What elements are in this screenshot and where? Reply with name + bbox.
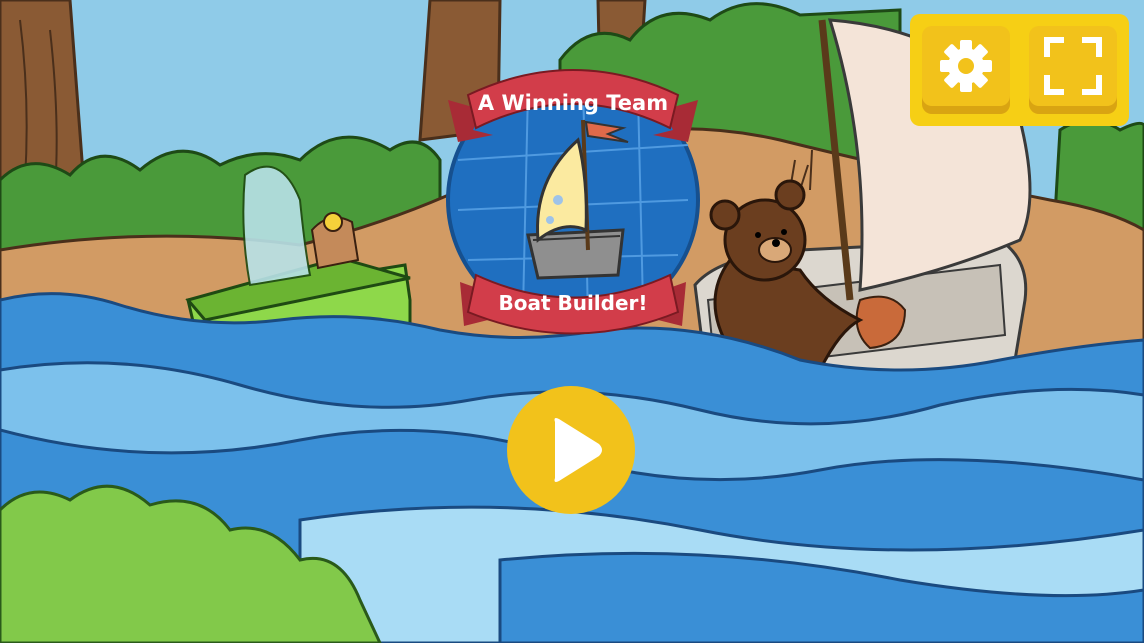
title-line-1: A Winning Team	[478, 91, 668, 115]
fullscreen-icon	[1044, 37, 1102, 95]
game-logo: A Winning Team Boat Builder!	[438, 50, 708, 350]
title-line-2: Boat Builder!	[498, 291, 647, 315]
play-button[interactable]	[507, 386, 635, 514]
gear-icon	[940, 40, 992, 92]
toolbar	[910, 14, 1129, 126]
game-title-screen: A Winning Team Boat Builder!	[0, 0, 1144, 643]
settings-button[interactable]	[922, 26, 1010, 114]
fullscreen-button[interactable]	[1029, 26, 1117, 114]
play-icon	[554, 418, 602, 482]
